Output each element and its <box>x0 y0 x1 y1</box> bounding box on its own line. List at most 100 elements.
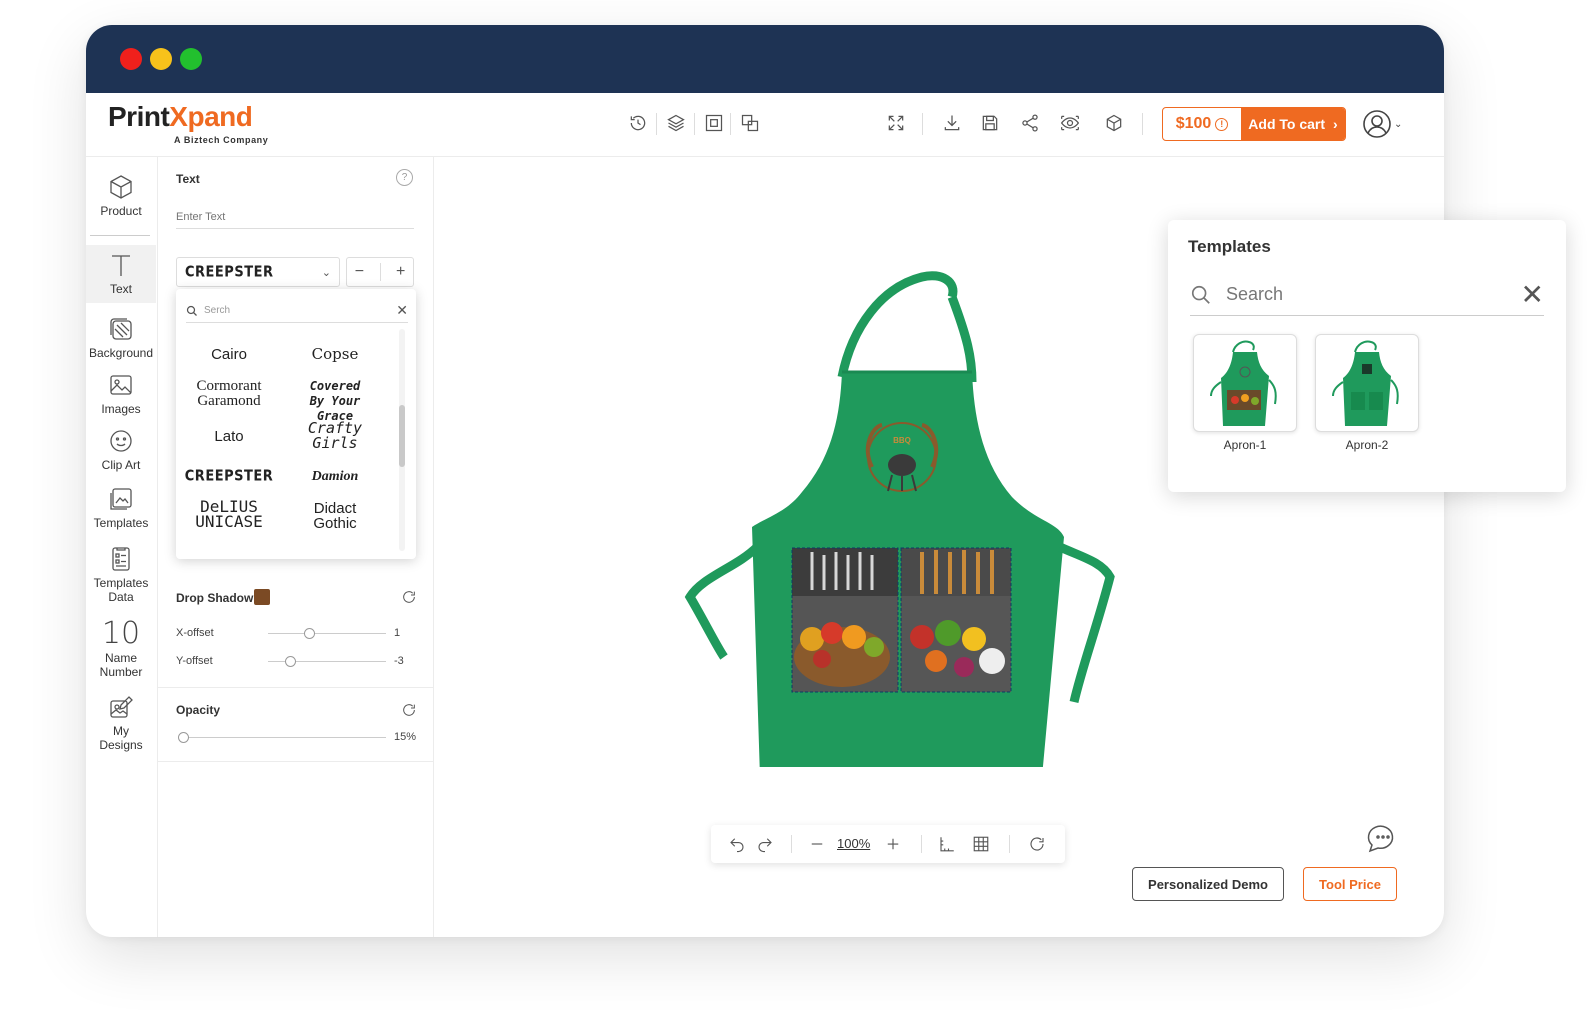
tool-price-button[interactable]: Tool Price <box>1303 867 1397 901</box>
sidebar-item-product[interactable]: Product <box>86 173 156 229</box>
reset-shadow-button[interactable] <box>401 589 417 605</box>
chevron-down-icon: ⌄ <box>321 266 331 279</box>
refresh-icon <box>403 704 415 716</box>
smiley-icon <box>110 430 132 452</box>
save-icon <box>982 115 998 131</box>
redo-button[interactable] <box>755 834 775 854</box>
font-option-cormorant-garamond[interactable]: Cormorant Garamond <box>196 379 262 409</box>
opacity-knob[interactable] <box>178 732 189 743</box>
my-designs-icon <box>110 696 133 718</box>
image-icon <box>110 375 132 395</box>
templates-icon <box>110 488 132 510</box>
reset-canvas-button[interactable] <box>1027 834 1047 854</box>
layers-button[interactable] <box>664 111 688 135</box>
font-option-cairo[interactable]: Cairo <box>176 347 282 362</box>
arrange-button[interactable] <box>738 111 762 135</box>
font-option-covered-by-your-grace[interactable]: Covered By Your Grace <box>302 379 368 424</box>
apron-thumbnail <box>1332 340 1399 426</box>
scrollbar-thumb[interactable] <box>399 405 405 467</box>
cube-icon <box>110 175 132 199</box>
refresh-icon <box>1030 837 1044 851</box>
zoom-out-button[interactable] <box>807 834 827 854</box>
undo-button[interactable] <box>727 834 747 854</box>
font-option-damion[interactable]: Damion <box>282 469 388 484</box>
font-option-crafty-girls[interactable]: Crafty Girls <box>306 421 364 451</box>
sidebar-item-name-number[interactable]: 10 Name Number <box>86 619 156 681</box>
arrange-icon <box>741 114 759 132</box>
opacity-value: 15% <box>394 731 417 743</box>
download-button[interactable] <box>940 111 964 135</box>
font-list-scrollbar[interactable] <box>399 329 405 551</box>
chevron-right-icon: › <box>1333 116 1338 132</box>
group-button[interactable] <box>702 111 726 135</box>
close-window-button[interactable] <box>120 48 142 70</box>
apron-product[interactable]: BBQ <box>682 247 1122 767</box>
shadow-color-swatch[interactable] <box>254 589 270 605</box>
share-icon <box>1022 114 1038 132</box>
template-label-apron-2: Apron-2 <box>1345 438 1389 452</box>
decrease-button[interactable]: − <box>355 263 364 281</box>
x-offset-knob[interactable] <box>304 628 315 639</box>
font-size-stepper: − + <box>346 257 414 287</box>
grid-button[interactable] <box>971 834 991 854</box>
zoom-level[interactable]: 100% <box>837 836 870 851</box>
reset-opacity-button[interactable] <box>401 702 417 718</box>
close-icon[interactable]: ✕ <box>396 302 408 319</box>
sidebar-item-my-designs[interactable]: My Designs <box>86 693 156 755</box>
price-display[interactable]: $100! <box>1163 108 1241 140</box>
zoom-in-button[interactable] <box>883 834 903 854</box>
template-card-apron-2[interactable] <box>1315 334 1419 432</box>
price-cart-group: $100! Add To cart › <box>1162 107 1346 141</box>
template-card-apron-1[interactable] <box>1193 334 1297 432</box>
chat-button[interactable] <box>1364 821 1398 855</box>
save-button[interactable] <box>978 111 1002 135</box>
font-option-didact-gothic[interactable]: Didact Gothic <box>306 501 364 531</box>
minimize-window-button[interactable] <box>150 48 172 70</box>
sidebar-item-templates[interactable]: Templates <box>86 485 156 537</box>
font-option-lato[interactable]: Lato <box>176 429 282 444</box>
ruler-button[interactable] <box>937 834 957 854</box>
text-section-title: Text <box>176 172 200 186</box>
font-option-creepster[interactable]: CREEPSTER <box>176 468 282 485</box>
font-family-select[interactable]: CREEPSTER ⌄ <box>176 257 340 287</box>
preview-button[interactable] <box>1058 111 1082 135</box>
y-offset-value: -3 <box>394 655 404 667</box>
templates-data-icon <box>112 547 130 571</box>
minus-icon <box>811 843 823 845</box>
increase-button[interactable]: + <box>396 263 405 281</box>
opacity-slider[interactable] <box>178 732 386 743</box>
fullscreen-icon <box>888 115 904 131</box>
help-icon[interactable]: ? <box>396 169 413 186</box>
close-icon[interactable]: ✕ <box>1521 280 1544 309</box>
font-option-copse[interactable]: Copse <box>282 347 388 362</box>
x-offset-slider[interactable] <box>268 628 386 639</box>
sidebar-item-templates-data[interactable]: Templates Data <box>86 545 156 607</box>
templates-search-input[interactable]: Search ✕ <box>1190 274 1544 316</box>
font-search-input[interactable]: Serch ✕ <box>186 299 408 323</box>
sidebar-item-images[interactable]: Images <box>86 371 156 419</box>
price-info-icon[interactable]: ! <box>1215 117 1229 131</box>
share-button[interactable] <box>1018 111 1042 135</box>
user-menu[interactable]: ⌄ <box>1362 107 1412 141</box>
font-dropdown: Serch ✕ Cairo Copse Cormorant Garamond C… <box>176 289 416 559</box>
brand-logo[interactable]: PrintXpand <box>108 101 253 133</box>
history-button[interactable] <box>626 111 650 135</box>
3d-view-button[interactable] <box>1102 111 1126 135</box>
sidebar-item-clip-art[interactable]: Clip Art <box>86 427 156 477</box>
refresh-icon <box>403 591 415 603</box>
history-icon <box>630 115 646 131</box>
text-icon <box>112 255 130 276</box>
templates-panel: Templates Search ✕ Apron-1 Apron-2 <box>1168 220 1566 492</box>
font-option-delius-unicase[interactable]: DeLIUS UNICASE <box>190 499 268 530</box>
text-input[interactable] <box>176 205 414 229</box>
personalized-demo-button[interactable]: Personalized Demo <box>1132 867 1284 901</box>
add-to-cart-button[interactable]: Add To cart › <box>1241 108 1345 140</box>
y-offset-knob[interactable] <box>285 656 296 667</box>
sidebar-item-background[interactable]: Background <box>86 315 156 363</box>
template-label-apron-1: Apron-1 <box>1223 438 1267 452</box>
sidebar-item-text[interactable]: Text <box>86 245 156 303</box>
user-avatar-icon <box>1363 110 1391 138</box>
fullscreen-button[interactable] <box>884 111 908 135</box>
maximize-window-button[interactable] <box>180 48 202 70</box>
y-offset-slider[interactable] <box>268 656 386 667</box>
